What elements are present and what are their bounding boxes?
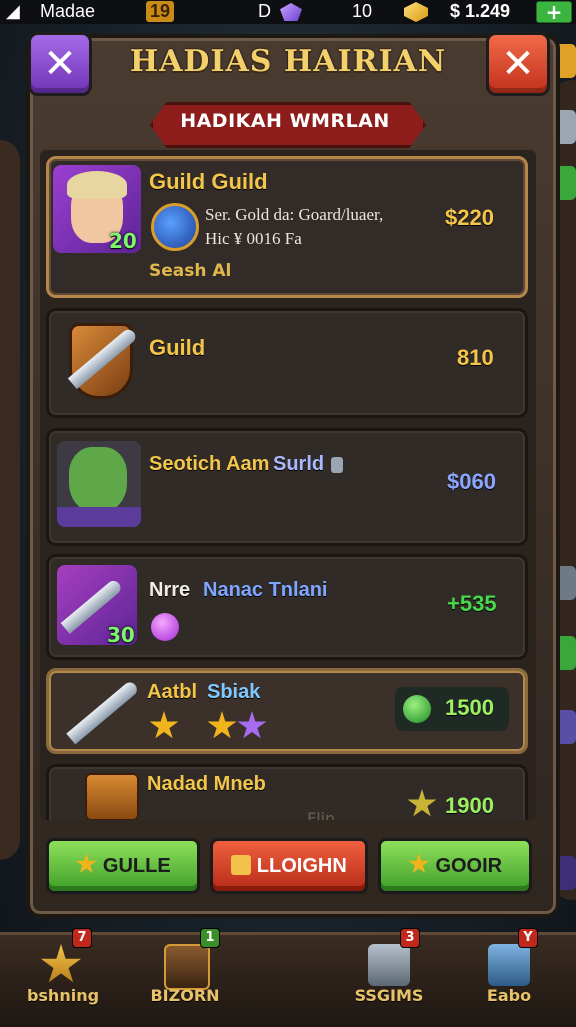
list-item[interactable]: 20 Guild Guild Ser. Gold da: Goard/luaer…: [46, 156, 528, 298]
currency-count: $ 1.249: [450, 1, 511, 21]
item-price: +535: [447, 591, 497, 616]
gulle-button-label: GULLE: [102, 855, 171, 877]
list-item[interactable]: 30 Nrre Nanac Tnlani +535: [46, 554, 528, 660]
nav-label-2[interactable]: BIZORN: [130, 986, 240, 1005]
add-currency-button[interactable]: +: [536, 1, 572, 23]
nav-badge-3: 3: [400, 928, 420, 948]
guild-emblem-icon: [151, 203, 199, 251]
lock-icon: [331, 457, 343, 473]
lloighn-button-label: LLOIGHN: [256, 855, 347, 877]
item-price: 1900: [445, 793, 494, 818]
item-name-suffix: Sbiak: [207, 681, 261, 703]
gem-icon: [280, 3, 302, 21]
item-description-1: Ser. Gold da: Goard/luaer,: [205, 205, 384, 224]
close-button-left[interactable]: ✕: [28, 32, 92, 96]
orb-icon: [151, 613, 179, 641]
nav-armor-icon[interactable]: [368, 944, 410, 986]
portrait-hair-icon: [67, 171, 127, 199]
item-name: Seotich Aam: [149, 453, 270, 475]
gem-green-icon: [403, 695, 431, 723]
list-item[interactable]: Nadad Mneb Flin 1900: [46, 764, 528, 820]
star-icon-1: [149, 711, 179, 739]
item-list[interactable]: 20 Guild Guild Ser. Gold da: Goard/luaer…: [40, 150, 536, 820]
nav-badge-4: Y: [518, 928, 538, 948]
nav-badge-1: 7: [72, 928, 92, 948]
chest-icon: [85, 773, 139, 820]
lloighn-button[interactable]: LLOIGHN: [210, 838, 368, 894]
item-name: Nrre: [149, 579, 191, 601]
character-portrait: [57, 441, 141, 527]
item-price: 1500: [445, 695, 494, 720]
battery-icon: D: [258, 1, 271, 21]
nav-badge-2: 1: [200, 928, 220, 948]
star-icon-3: [237, 711, 267, 739]
nav-label-3[interactable]: SSGIMS: [334, 986, 444, 1005]
gooir-button-label: GOOIR: [435, 855, 503, 877]
background-tree-left: [0, 140, 20, 860]
item-name-suffix: Surld: [273, 453, 325, 475]
level-badge: 30: [107, 623, 135, 647]
item-price: $060: [447, 469, 496, 494]
portrait-body-icon: [57, 507, 141, 527]
level-badge: 20: [109, 229, 137, 253]
dagger-icon: [66, 679, 140, 745]
item-price: 810: [457, 345, 494, 370]
portrait-face-icon: [69, 447, 127, 513]
item-description-2: Hic ¥ 0016 Fa: [205, 229, 302, 248]
left-counter: 19: [146, 1, 175, 22]
nav-label-1[interactable]: bshning: [8, 986, 118, 1005]
status-bar: ◢ Madae 19 D 10 $ 1.249 +: [0, 0, 576, 24]
item-sub: Flin: [307, 809, 336, 820]
gold-icon: [404, 2, 428, 22]
list-item[interactable]: Seotich Aam Surld $060: [46, 428, 528, 546]
nav-label-4[interactable]: Eabo: [454, 986, 564, 1005]
close-button-right[interactable]: ✕: [486, 32, 550, 96]
item-name: Guild Guild: [149, 169, 268, 194]
list-item[interactable]: Guild 810: [46, 308, 528, 418]
item-name: Guild: [149, 335, 206, 360]
section-banner-text: HADIKAH WMRLAN: [180, 110, 390, 132]
gulle-button[interactable]: GULLE: [46, 838, 200, 894]
item-price: $220: [445, 205, 494, 230]
signal-icon: ◢: [6, 1, 20, 21]
app-label: Madae: [40, 1, 96, 21]
gooir-button[interactable]: GOOIR: [378, 838, 532, 894]
nav-shield-icon[interactable]: [164, 944, 210, 990]
star-icon: [75, 853, 97, 874]
ticket-icon: [231, 855, 252, 875]
nav-gear-icon[interactable]: [488, 944, 530, 986]
star-icon: [408, 853, 430, 874]
star-icon: [407, 789, 437, 817]
item-name: Aatbl: [147, 681, 197, 703]
star-icon-2: [207, 711, 237, 739]
item-footer: Seash Al: [149, 261, 232, 281]
list-item[interactable]: Aatbl Sbiak 1500: [46, 668, 528, 754]
item-name: Nadad Mneb: [147, 773, 266, 795]
item-name-suffix: Nanac Tnlani: [203, 579, 328, 601]
gem-count: 10: [352, 1, 373, 21]
